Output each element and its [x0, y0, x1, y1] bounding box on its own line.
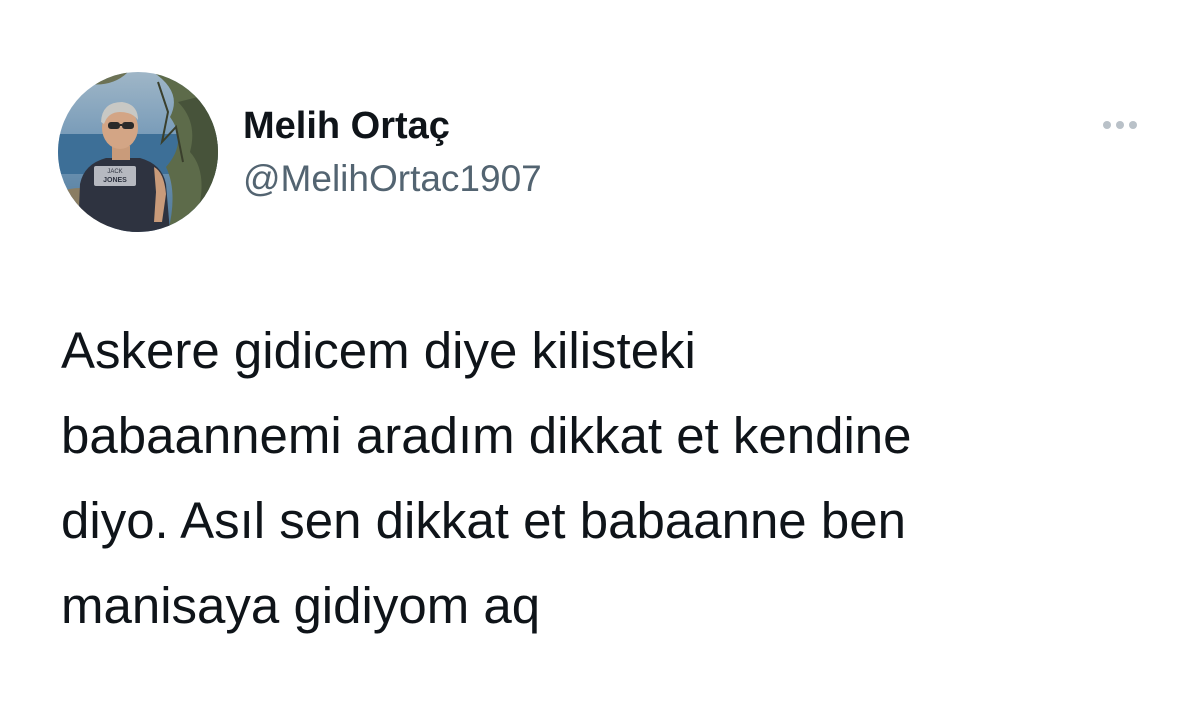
avatar-photo: JACK JONES — [58, 72, 218, 232]
tweet-text: Askere gidicem diye kilisteki babaannemi… — [61, 308, 1171, 648]
tweet-text-line: Askere gidicem diye kilisteki — [61, 322, 696, 379]
more-horizontal-icon — [1129, 121, 1137, 129]
more-horizontal-icon — [1116, 121, 1124, 129]
shirt-text-jack: JACK — [107, 169, 122, 175]
tweet-text-line: diyo. Asıl sen dikkat et babaanne ben — [61, 492, 906, 549]
tweet-text-line: babaannemi aradım dikkat et kendine — [61, 407, 912, 464]
avatar[interactable]: JACK JONES — [58, 72, 218, 232]
tweet-card: JACK JONES Melih Ortaç @MelihOrtac1907 A… — [0, 0, 1199, 713]
shirt-text-jones: JONES — [103, 177, 127, 184]
tweet-text-line: manisaya gidiyom aq — [61, 577, 541, 634]
more-options-button[interactable] — [1092, 110, 1148, 140]
author-display-name[interactable]: Melih Ortaç — [243, 102, 450, 150]
more-horizontal-icon — [1103, 121, 1111, 129]
author-handle[interactable]: @MelihOrtac1907 — [243, 156, 542, 202]
